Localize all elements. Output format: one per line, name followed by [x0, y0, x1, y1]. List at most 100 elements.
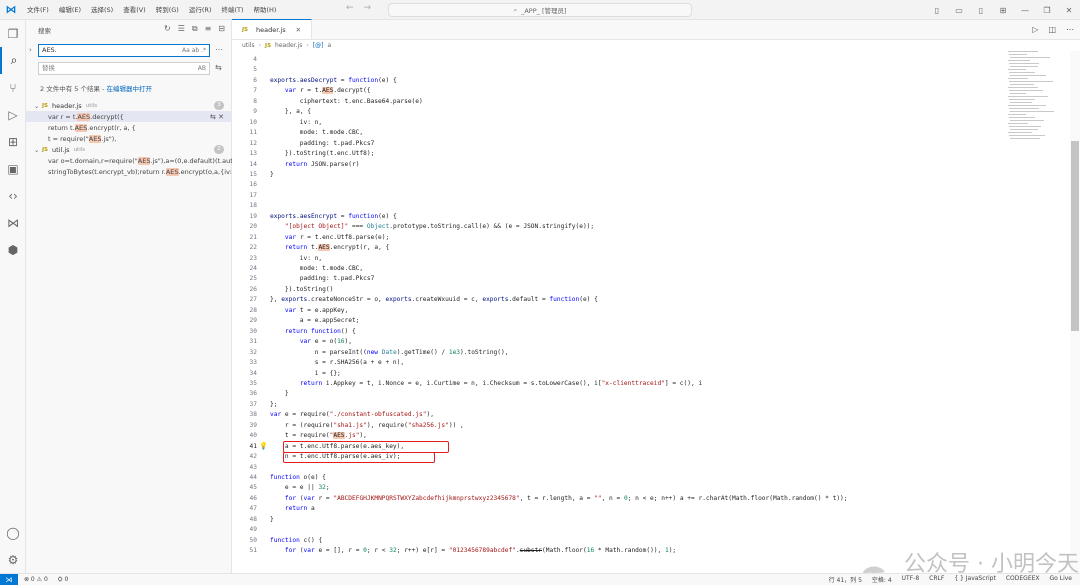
preserve-case-option[interactable]: AB [198, 63, 206, 74]
layout-sidebar-icon[interactable]: ▯ [926, 6, 948, 15]
source-control-icon[interactable]: ⑂ [0, 74, 26, 101]
menu-item[interactable]: 帮助(H) [248, 0, 281, 20]
explorer-icon[interactable]: ❐ [0, 20, 26, 47]
code-token: var [284, 87, 297, 95]
command-center[interactable]: ⌕ _APP_ [管理员] [388, 3, 692, 17]
breadcrumb-folder[interactable]: utils [242, 42, 255, 49]
scrollbar-thumb[interactable] [1071, 141, 1079, 331]
code-icon[interactable]: ‹› [0, 182, 26, 209]
close-window-button[interactable]: ✕ [1058, 6, 1080, 15]
code-token: (e) { [579, 296, 598, 304]
replace-icon[interactable]: ⇆ [210, 113, 218, 121]
line-number: 41 [249, 442, 257, 450]
code-token: === [348, 223, 367, 231]
minimap-line [1008, 114, 1026, 115]
breadcrumb-symbol[interactable]: a [327, 42, 331, 49]
line-number: 40 [249, 432, 257, 440]
maximize-button[interactable]: ❐ [1036, 6, 1058, 15]
status-right-item[interactable]: UTF-8 [902, 575, 920, 584]
code-line: var e = o(16), [270, 338, 352, 345]
tab-bar: JS header.js ✕ ▷ ◫ ⋯ [232, 19, 1080, 40]
code-token: .createWxuuid = c, [411, 296, 483, 304]
line-number: 16 [249, 181, 257, 189]
code-line: s = r.SHA256(a + e + n), [270, 359, 404, 366]
status-right-item[interactable]: 行 41，列 5 [829, 575, 862, 584]
replace-input[interactable]: 替换 AB [38, 62, 210, 75]
chevron-down-icon[interactable]: ⌄ [34, 102, 42, 110]
result-match-row[interactable]: return t. AES .encrypt(r, a, { [26, 122, 232, 133]
run-debug-icon[interactable]: ▷ [0, 101, 26, 128]
dismiss-icon[interactable]: ✕ [218, 113, 224, 121]
result-match-row[interactable]: var r = t. AES .decrypt({⇆ ✕ [26, 111, 232, 122]
search-icon[interactable]: ⌕ [0, 47, 26, 74]
layout-customize-icon[interactable]: ⊞ [992, 6, 1014, 15]
remote-explorer-icon[interactable]: ▣ [0, 155, 26, 182]
status-right-item[interactable]: 空格: 4 [872, 575, 892, 584]
search-input[interactable]: AES. Aa ab .* [38, 44, 210, 57]
minimap[interactable] [1008, 51, 1064, 141]
status-right-item[interactable]: Go Live [1050, 575, 1072, 584]
collapse-all-icon[interactable]: ⊟ [218, 24, 225, 34]
lightbulb-icon[interactable]: 💡 [259, 442, 268, 450]
run-icon[interactable]: ▷ [1032, 25, 1038, 34]
status-right-item[interactable]: CRLF [929, 575, 944, 584]
code-editor[interactable]: 4 5 6 exports.aesDecrypt = function(e) {7 v… [232, 53, 1002, 573]
result-match-row[interactable]: stringToBytes(t.encrypt_vb);return r. AES… [26, 166, 232, 177]
vertical-scrollbar[interactable] [1070, 51, 1080, 573]
close-icon[interactable]: ✕ [296, 26, 301, 34]
settings-gear-icon[interactable]: ⚙ [0, 546, 26, 573]
code-token: e = o( [311, 338, 338, 346]
results-tree: ⌄ JS header.js utils 3 var r = t. AES .decrypt(… [26, 100, 232, 177]
new-search-editor-icon[interactable]: ⧉ [192, 24, 198, 34]
status-left-item[interactable]: ⛭ 0 [58, 576, 69, 584]
result-match-row[interactable]: var o=t.domain,r=require(" AES .js"),a=(0,… [26, 155, 232, 166]
open-in-editor-link[interactable]: 在编辑器中打开 [106, 85, 152, 93]
search-toolbar: ↻ ☰ ⧉ ≡ ⊟ [164, 24, 225, 34]
more-actions-icon[interactable]: ⋯ [1066, 25, 1074, 34]
visual-studio-icon[interactable]: ⋈ [0, 209, 26, 236]
code-token: .decrypt({ [333, 87, 371, 95]
menu-item[interactable]: 编辑(E) [54, 0, 86, 20]
minimize-button[interactable]: — [1014, 6, 1036, 15]
remote-indicator-icon[interactable]: ⋊ [0, 573, 18, 585]
code-token: iv: n, [270, 118, 323, 126]
menu-item[interactable]: 运行(R) [184, 0, 217, 20]
code-token: ); [668, 547, 677, 555]
more-search-options-icon[interactable]: ⋯ [215, 45, 223, 54]
chevron-down-icon[interactable]: ⌄ [34, 146, 42, 154]
code-token: .encrypt(r, a, { [329, 244, 390, 252]
refresh-icon[interactable]: ↻ [164, 24, 171, 34]
menu-item[interactable]: 终端(T) [216, 0, 248, 20]
code-token: }).toString() [270, 285, 334, 293]
toggle-replace-icon[interactable]: › [29, 46, 32, 54]
breadcrumb-file[interactable]: header.js [275, 42, 302, 49]
code-token: (e) { [378, 76, 397, 84]
code-token: ; n < e; n++) a += r.charAt(Math.floor(M… [627, 494, 848, 502]
status-left-item[interactable]: ⊗ 0 ⚠ 0 [24, 576, 48, 584]
split-editor-icon[interactable]: ◫ [1048, 25, 1056, 34]
result-file-row[interactable]: ⌄ JS header.js utils 3 [26, 100, 232, 111]
codegeex-icon[interactable]: ⬢ [0, 236, 26, 263]
search-options[interactable]: Aa ab .* [182, 45, 206, 56]
status-right-item[interactable]: CODEGEEX [1006, 575, 1040, 584]
code-token: .prototype.toString.call(e) && (e = JSON… [389, 223, 595, 231]
layout-panel-icon[interactable]: ▭ [948, 6, 970, 15]
clear-results-icon[interactable]: ☰ [178, 24, 185, 34]
code-token: exports [270, 76, 297, 84]
menu-item[interactable]: 文件(F) [22, 0, 54, 20]
layout-secondary-icon[interactable]: ▯ [970, 6, 992, 15]
extensions-icon[interactable]: ⊞ [0, 128, 26, 155]
code-line: for (var r = "ABCDEFGHJKMNPQRSTWXYZabcde… [270, 495, 848, 502]
tab-header-js[interactable]: JS header.js ✕ [232, 19, 313, 39]
menu-item[interactable]: 查看(V) [118, 0, 151, 20]
account-icon[interactable]: ◯ [0, 519, 26, 546]
replace-all-icon[interactable]: ⇆ [215, 63, 222, 72]
menu-item[interactable]: 转到(G) [151, 0, 184, 20]
status-right-item[interactable]: { } JavaScript [954, 575, 996, 584]
view-as-tree-icon[interactable]: ≡ [205, 24, 212, 34]
back-arrow-icon[interactable]: ← [346, 3, 354, 13]
menu-item[interactable]: 选择(S) [86, 0, 118, 20]
forward-arrow-icon[interactable]: → [364, 3, 372, 13]
result-file-row[interactable]: ⌄ JS util.js utils 2 [26, 144, 232, 155]
result-match-row[interactable]: t = require(" AES .js"), [26, 133, 232, 144]
